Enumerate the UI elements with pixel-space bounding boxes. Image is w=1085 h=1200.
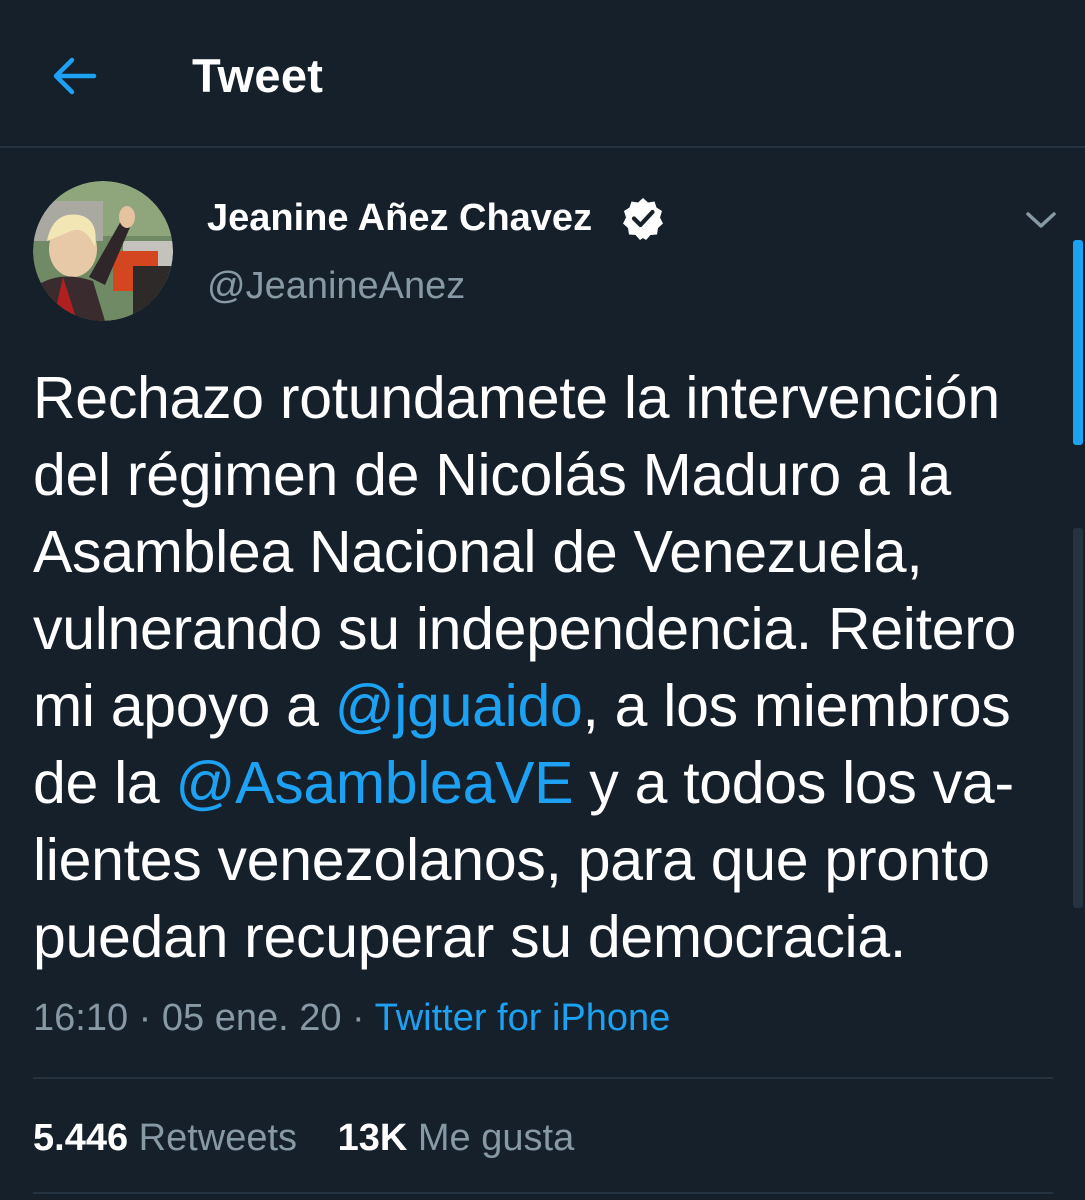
- scrollbar-thumb[interactable]: [1073, 240, 1083, 445]
- tweet-line: mi apoyo a @jguaido, a los miembros: [33, 673, 1011, 739]
- top-app-bar: Tweet: [0, 0, 1085, 148]
- tweet-line: del régimen de Nicolás Maduro a la: [33, 442, 951, 508]
- tweet-detail-screen: Tweet Jeanine Añez Chavez @JeanineAnez R…: [0, 0, 1085, 1200]
- retweets-count: 5.446: [33, 1117, 129, 1159]
- avatar-photo: [33, 181, 173, 321]
- back-button[interactable]: [44, 46, 104, 106]
- likes-stat[interactable]: 13K Me gusta: [338, 1114, 575, 1162]
- author-name[interactable]: Jeanine Añez Chavez: [207, 196, 592, 240]
- mention-link-jguaido[interactable]: @jguaido: [335, 673, 583, 739]
- divider: [33, 1077, 1053, 1079]
- page-title: Tweet: [192, 49, 324, 102]
- tweet-line: Asamblea Nacional de Venezuela,: [33, 519, 923, 585]
- tweet-line: de la @AsambleaVE y a todos los va-: [33, 750, 1014, 816]
- author-handle[interactable]: @JeanineAnez: [207, 264, 465, 308]
- retweets-stat[interactable]: 5.446 Retweets: [33, 1114, 297, 1162]
- likes-label: Me gusta: [417, 1117, 575, 1159]
- tweet-date[interactable]: 05 ene. 20: [162, 997, 342, 1039]
- arrow-left-icon: [53, 57, 97, 95]
- tweet-timestamp: 16:10 · 05 ene. 20 · Twitter for iPhone: [33, 994, 670, 1042]
- tweet-line: vulnerando su independencia. Reitero: [33, 596, 1017, 662]
- separator-dot: ·: [352, 997, 365, 1039]
- chevron-down-icon: [1026, 212, 1056, 228]
- tweet-line: lientes venezolanos, para que pronto: [33, 827, 990, 893]
- avatar[interactable]: [33, 181, 173, 321]
- retweets-label: Retweets: [138, 1117, 298, 1159]
- mention-link-asambleave[interactable]: @AsambleaVE: [176, 750, 574, 816]
- tweet-time[interactable]: 16:10: [33, 997, 128, 1039]
- separator-dot: ·: [138, 997, 152, 1039]
- verified-badge-icon: [623, 198, 663, 240]
- tweet-stats: 5.446 Retweets 13K Me gusta: [33, 1114, 604, 1162]
- tweet-line: Rechazo rotundamete la intervención: [33, 365, 1000, 431]
- tweet-line: puedan recuperar su democracia.: [33, 904, 906, 970]
- likes-count: 13K: [337, 1117, 408, 1159]
- divider: [33, 1192, 1053, 1194]
- tweet-text: Rechazo rotundamete la intervención del …: [33, 360, 1063, 976]
- tweet-menu-button[interactable]: [1016, 200, 1066, 240]
- scrollbar-track-segment: [1073, 528, 1083, 908]
- tweet-source-link[interactable]: Twitter for iPhone: [375, 997, 671, 1039]
